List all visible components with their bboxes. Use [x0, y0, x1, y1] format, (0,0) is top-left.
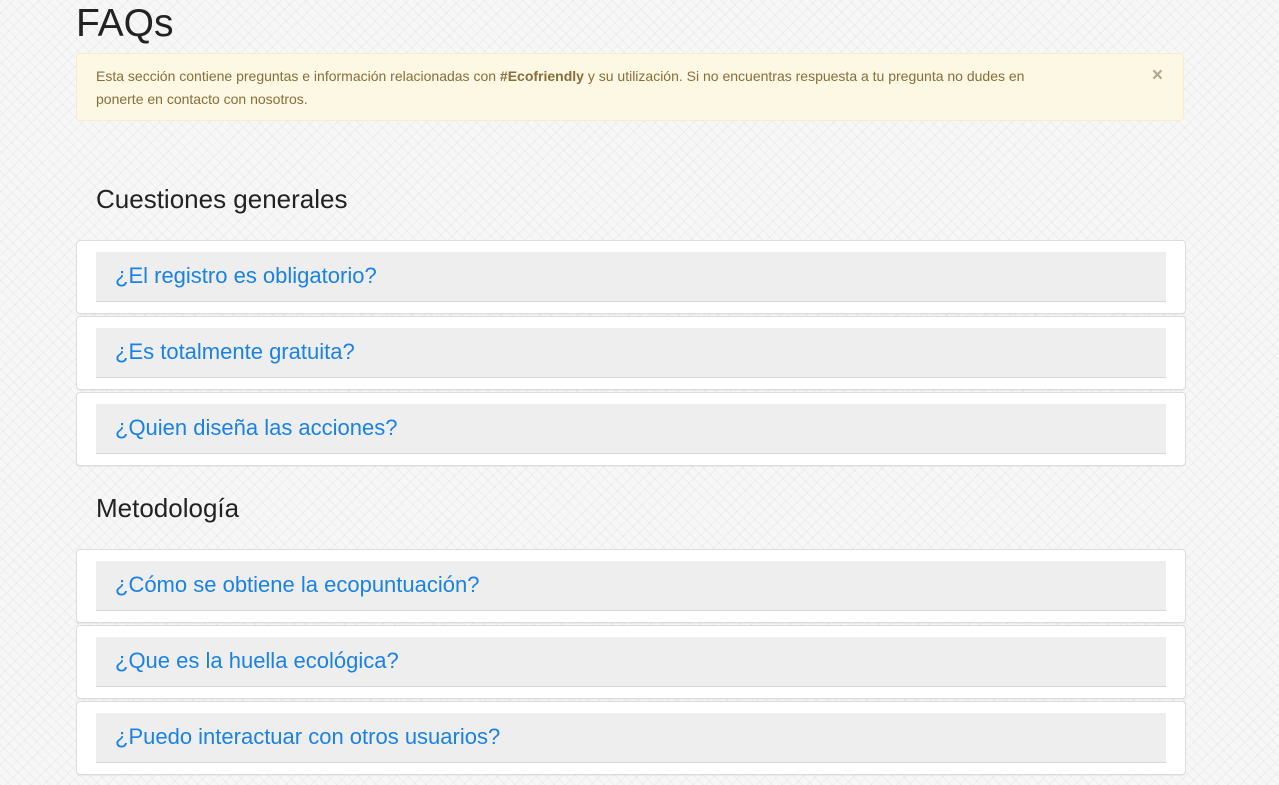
faq-question-link[interactable]: ¿Quien diseña las acciones?	[115, 415, 398, 441]
alert-text: Esta sección contiene preguntas e inform…	[96, 65, 1106, 111]
faq-question-link[interactable]: ¿Es totalmente gratuita?	[115, 339, 355, 365]
faq-panel-heading[interactable]: ¿Puedo interactuar con otros usuarios?	[96, 713, 1166, 763]
alert-text-start: Esta sección contiene preguntas e inform…	[96, 68, 500, 84]
faq-panel: ¿Cómo se obtiene la ecopuntuación?	[76, 549, 1186, 623]
faq-panel: ¿Quien diseña las acciones?	[76, 392, 1186, 466]
info-alert: Esta sección contiene preguntas e inform…	[76, 53, 1184, 121]
faq-question-link[interactable]: ¿Que es la huella ecológica?	[115, 648, 399, 674]
faq-question-link[interactable]: ¿Cómo se obtiene la ecopuntuación?	[115, 572, 479, 598]
faq-panel: ¿El registro es obligatorio?	[76, 240, 1186, 314]
alert-highlight: #Ecofriendly	[499, 68, 584, 84]
close-icon[interactable]: ×	[1152, 65, 1163, 87]
faq-panel: ¿Que es la huella ecológica?	[76, 625, 1186, 699]
faq-panel-heading[interactable]: ¿Cómo se obtiene la ecopuntuación?	[96, 561, 1166, 611]
alert-text-line1-end: y su utilización. Si no encuentras respu…	[583, 68, 1025, 84]
section-title-methodology: Metodología	[96, 493, 240, 523]
faq-question-link[interactable]: ¿El registro es obligatorio?	[115, 263, 377, 289]
page-title: FAQs	[76, 2, 174, 45]
faq-panel-heading[interactable]: ¿Quien diseña las acciones?	[96, 404, 1166, 454]
faq-panel: ¿Puedo interactuar con otros usuarios?	[76, 701, 1186, 775]
faq-panel: ¿Es totalmente gratuita?	[76, 316, 1186, 390]
faq-panel-heading[interactable]: ¿Es totalmente gratuita?	[96, 328, 1166, 378]
faq-panel-heading[interactable]: ¿El registro es obligatorio?	[96, 252, 1166, 302]
faq-panel-heading[interactable]: ¿Que es la huella ecológica?	[96, 637, 1166, 687]
section-title-general: Cuestiones generales	[96, 184, 348, 214]
faq-question-link[interactable]: ¿Puedo interactuar con otros usuarios?	[115, 724, 500, 750]
alert-text-line2: ponerte en contacto con nosotros.	[96, 91, 308, 107]
